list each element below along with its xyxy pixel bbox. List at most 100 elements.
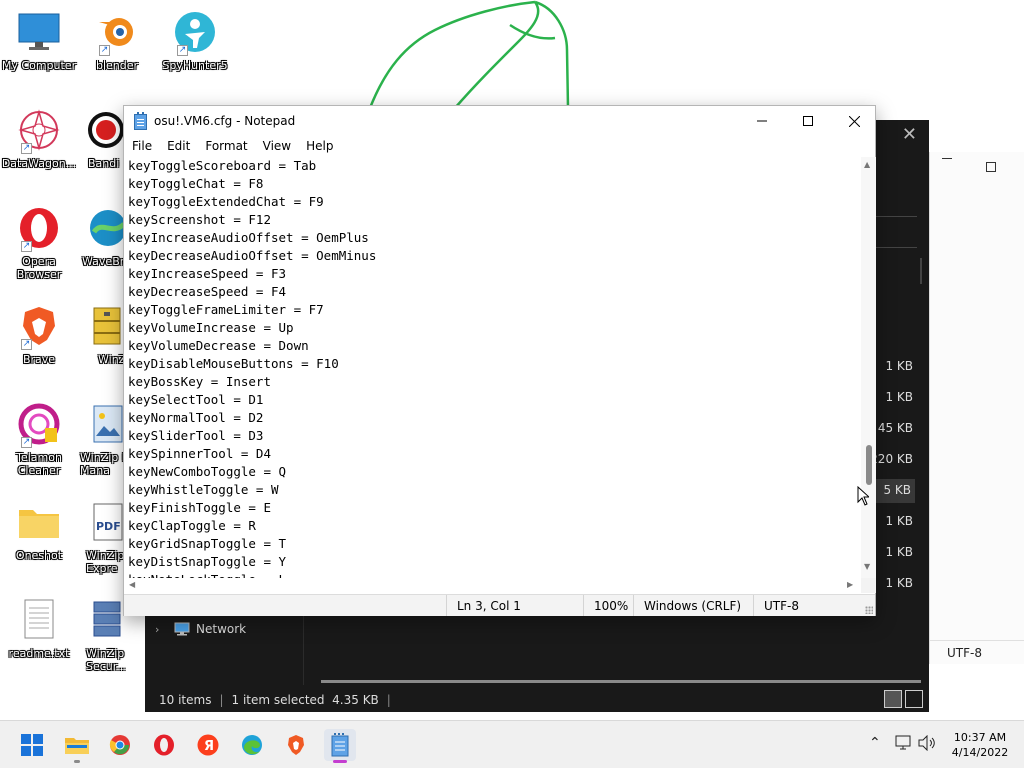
clock-time: 10:37 AM — [953, 731, 1007, 744]
text-line: keyBossKey = Insert — [128, 374, 271, 389]
menu-view[interactable]: View — [255, 137, 298, 157]
desktop-icon-telamon[interactable]: ↗ Telamon Cleaner — [0, 400, 78, 477]
maximize-icon[interactable] — [986, 162, 996, 172]
desktop-icon-spyhunter[interactable]: ↗ SpyHunter5 — [156, 8, 234, 72]
encoding: UTF-8 — [753, 595, 865, 616]
network-icon — [174, 621, 190, 641]
notepad-icon — [134, 112, 147, 130]
show-hidden-icons-chevron-up-icon[interactable]: ⌃ — [869, 735, 881, 751]
status-bar: Ln 3, Col 1 100% Windows (CRLF) UTF-8 — [124, 594, 875, 616]
folder-icon — [15, 498, 63, 546]
clock-date: 4/14/2022 — [951, 746, 1009, 759]
selection-info: 1 item selected 4.35 KB — [231, 693, 379, 707]
desktop-icon-opera[interactable]: ↗ Opera Browser — [0, 204, 78, 281]
large-icons-view-icon[interactable] — [905, 690, 923, 708]
chevron-right-icon: › — [155, 623, 160, 636]
text-editor[interactable]: keyToggleScoreboard = Tab keyToggleChat =… — [125, 157, 861, 578]
desktop-icon-winzip[interactable]: WinZ — [78, 302, 126, 366]
text-line: keyGridSnapToggle = T — [128, 536, 287, 551]
system-clock[interactable]: 10:37 AM 4/14/2022 — [944, 730, 1016, 760]
vertical-scrollbar[interactable]: ▲ ▼ — [861, 157, 876, 578]
desktop-icon-wavebrowser[interactable]: WaveBr — [78, 204, 126, 268]
pdf-icon: PDF — [78, 498, 126, 546]
desktop-icon-datawagon[interactable]: ↗ DataWagon... — [0, 106, 78, 170]
details-view-icon[interactable] — [884, 690, 902, 708]
item-count: 10 items — [159, 693, 212, 707]
text-line: keyToggleChat = F8 — [128, 176, 264, 191]
title-bar[interactable]: osu!.VM6.cfg - Notepad — [124, 106, 875, 138]
notepad-icon — [331, 733, 349, 757]
taskbar-chrome[interactable] — [104, 729, 136, 761]
taskbar: Я ⌃ 10:37 AM 4/14/2022 — [0, 720, 1024, 768]
text-line: keyToggleExtendedChat = F9 — [128, 194, 324, 209]
desktop-icon-winzip-pdf[interactable]: PDF WinZip Expre — [78, 498, 126, 575]
desktop-icon-bandicam[interactable]: Bandi — [78, 106, 126, 170]
resize-grip[interactable] — [865, 606, 873, 614]
desktop-icon-oneshot[interactable]: Oneshot — [0, 498, 78, 562]
cursor-position: Ln 3, Col 1 — [446, 595, 584, 616]
volume-icon[interactable] — [918, 734, 936, 755]
menu-file[interactable]: File — [124, 137, 159, 157]
text-line: keyFinishToggle = E — [128, 500, 271, 515]
taskbar-brave[interactable] — [280, 729, 312, 761]
scroll-right-icon[interactable]: ▶ — [847, 580, 853, 589]
desktop-icon-my-computer[interactable]: My Computer — [0, 8, 78, 72]
scroll-left-icon[interactable]: ◀ — [129, 580, 135, 589]
text-line: keyVolumeDecrease = Down — [128, 338, 309, 353]
desktop-icon-blender[interactable]: ↗ blender — [78, 8, 156, 72]
horizontal-scrollbar[interactable] — [321, 680, 921, 683]
view-switcher[interactable] — [884, 690, 923, 708]
brave-icon — [288, 735, 304, 755]
text-line: keyNewComboToggle = Q — [128, 464, 287, 479]
window-title: osu!.VM6.cfg - Notepad — [154, 114, 296, 128]
blender-icon: ↗ — [93, 8, 141, 56]
desktop-icon-winzip-image[interactable]: WinZip I Mana — [78, 400, 126, 477]
scroll-thumb[interactable] — [866, 445, 872, 486]
taskbar-opera[interactable] — [148, 729, 180, 761]
active-indicator — [333, 760, 347, 763]
network-icon[interactable] — [895, 735, 913, 755]
status-separator: | — [386, 693, 391, 707]
start-button[interactable] — [16, 729, 48, 761]
taskbar-edge[interactable] — [236, 729, 268, 761]
desktop-icon-brave[interactable]: ↗ Brave — [0, 302, 78, 366]
text-line: keyDisableMouseButtons = F10 — [128, 356, 339, 371]
menu-format[interactable]: Format — [197, 137, 254, 157]
menu-edit[interactable]: Edit — [159, 137, 197, 157]
background-window[interactable]: UTF-8 — [929, 152, 1024, 664]
close-icon[interactable]: ✕ — [902, 124, 917, 145]
taskbar-file-explorer[interactable] — [61, 729, 93, 763]
text-line: keyScreenshot = F12 — [128, 212, 271, 227]
yandex-icon: Я — [197, 734, 219, 756]
scroll-corner — [861, 578, 876, 593]
nav-label: Network — [196, 622, 247, 636]
desktop-icon-winzip-secure[interactable]: WinZip Secur... — [78, 596, 126, 673]
scroll-up-icon[interactable]: ▲ — [864, 160, 870, 169]
minimize-icon[interactable] — [942, 158, 952, 159]
text-file-icon — [15, 596, 63, 644]
text-line: keyToggleScoreboard = Tab — [128, 158, 317, 173]
pane-divider — [303, 610, 304, 685]
nav-item-network[interactable]: › Network — [145, 620, 303, 682]
taskbar-yandex[interactable]: Я — [192, 729, 224, 761]
menu-help[interactable]: Help — [298, 137, 340, 157]
close-button[interactable] — [831, 106, 877, 136]
edge-icon — [242, 735, 262, 755]
scroll-down-icon[interactable]: ▼ — [864, 562, 870, 571]
scrollbar[interactable] — [920, 258, 922, 284]
minimize-button[interactable] — [739, 106, 785, 136]
telamon-icon: ↗ — [15, 400, 63, 448]
text-line: keyDecreaseAudioOffset = OemMinus — [128, 248, 377, 263]
notepad-window[interactable]: osu!.VM6.cfg - Notepad File Edit Format … — [123, 105, 876, 616]
zoom-level: 100% — [583, 595, 634, 616]
maximize-button[interactable] — [785, 106, 831, 136]
text-line: keySliderTool = D3 — [128, 428, 264, 443]
mouse-cursor-icon — [857, 486, 869, 506]
desktop-icon-readme[interactable]: readme.txt — [0, 596, 78, 660]
green-drawing — [368, 0, 570, 109]
search-box[interactable] — [875, 216, 917, 248]
horizontal-scrollbar[interactable]: ◀ ▶ — [125, 578, 861, 593]
winzip-icon — [78, 302, 126, 350]
taskbar-notepad[interactable] — [324, 729, 356, 763]
line-ending: Windows (CRLF) — [633, 595, 753, 616]
